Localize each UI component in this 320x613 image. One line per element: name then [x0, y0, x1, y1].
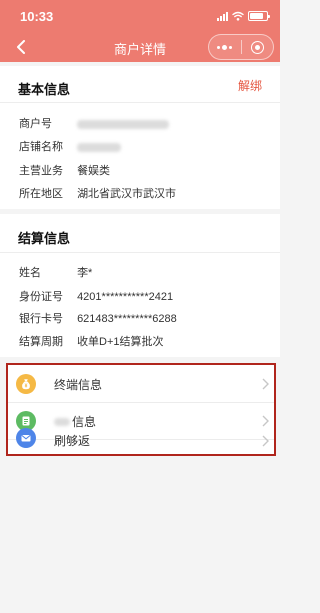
info-label: 所在地区 [19, 188, 63, 200]
battery-icon [248, 11, 270, 21]
envelope-icon [16, 428, 36, 448]
info-label: 店铺名称 [19, 141, 63, 153]
more-button[interactable] [209, 35, 241, 59]
menu-item-label: 信息 [54, 413, 96, 430]
svg-text:¥: ¥ [25, 384, 28, 390]
basic-info-card: 基本信息 解绑 商户号 店铺名称 主营业务 餐娱类 所在地区 湖北省武汉市武汉市 [0, 66, 280, 209]
settlement-info-title: 结算信息 [18, 231, 71, 246]
name-row: 姓名 李* [19, 264, 92, 280]
chevron-right-icon [262, 415, 269, 427]
more-dots-icon [217, 44, 233, 50]
redacted-value [77, 119, 170, 129]
menu-item-label-text: 信息 [72, 414, 97, 429]
info-value: 湖北省武汉市武汉市 [77, 188, 177, 200]
info-value: 621483*********6288 [77, 313, 177, 325]
info-value: 4201***********2421 [77, 291, 174, 303]
money-bag-icon: ¥ [16, 374, 36, 394]
info-label: 银行卡号 [19, 313, 63, 325]
menu-item-info[interactable]: 信息 [8, 403, 274, 439]
menu-item-terminal-info[interactable]: ¥ 终端信息 [8, 366, 274, 402]
bank-card-row: 银行卡号 621483*********6288 [19, 310, 177, 326]
divider [0, 102, 280, 103]
close-program-button[interactable] [242, 35, 274, 59]
status-time: 10:33 [20, 9, 54, 24]
settlement-info-card: 结算信息 姓名 李* 身份证号 4201***********2421 银行卡号… [0, 214, 280, 357]
menu-list: ¥ 终端信息 信息 刷够返 [6, 363, 276, 456]
info-label: 商户号 [19, 118, 52, 130]
status-icons [217, 10, 270, 22]
info-label: 身份证号 [19, 291, 63, 303]
status-bar: 10:33 [0, 0, 280, 32]
wifi-icon [232, 11, 244, 21]
basic-info-title: 基本信息 [18, 82, 71, 97]
mini-program-capsule [208, 34, 274, 60]
info-value: 餐娱类 [77, 165, 111, 177]
main-business-row: 主营业务 餐娱类 [19, 162, 110, 178]
id-number-row: 身份证号 4201***********2421 [19, 288, 173, 304]
redacted-value [54, 418, 70, 427]
chevron-right-icon [262, 435, 269, 447]
target-icon [250, 40, 264, 54]
menu-item-label: 终端信息 [54, 377, 103, 392]
info-label: 结算周期 [19, 336, 63, 348]
signal-icon [217, 11, 228, 21]
info-label: 主营业务 [19, 165, 63, 177]
info-value: 收单D+1结算批次 [77, 336, 164, 348]
menu-item-label: 刷够返 [54, 434, 91, 448]
nav-bar: 商户详情 [0, 32, 280, 62]
settlement-cycle-row: 结算周期 收单D+1结算批次 [19, 333, 164, 349]
info-value: 李* [77, 267, 93, 279]
chevron-right-icon [262, 378, 269, 390]
unbind-button[interactable]: 解绑 [238, 77, 262, 94]
info-label: 姓名 [19, 267, 41, 279]
divider [0, 252, 280, 253]
redacted-value [77, 142, 122, 152]
store-name-row: 店铺名称 [19, 138, 122, 154]
region-row: 所在地区 湖北省武汉市武汉市 [19, 185, 176, 201]
menu-item-cashback[interactable]: 刷够返 [8, 428, 274, 456]
merchant-id-row: 商户号 [19, 115, 170, 131]
